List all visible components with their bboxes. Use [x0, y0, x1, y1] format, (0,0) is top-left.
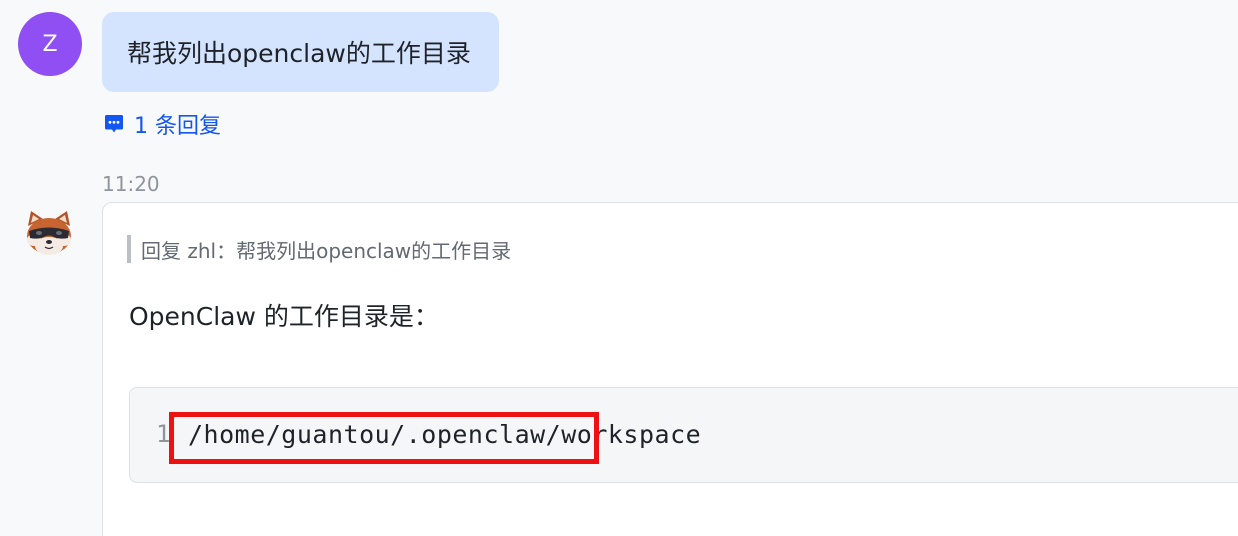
code-line-number: 1 [156, 420, 171, 448]
comment-icon [102, 112, 126, 136]
code-line-content: /home/guantou/.openclaw/workspace [188, 420, 702, 449]
quoted-reply[interactable]: 回复 zhl：帮我列出openclaw的工作目录 [127, 235, 511, 263]
user-message-text: 帮我列出openclaw的工作目录 [127, 39, 471, 68]
reply-count-label: 1 条回复 [134, 114, 221, 139]
bot-avatar[interactable] [22, 208, 76, 258]
user-avatar[interactable]: Z [18, 12, 82, 76]
bot-message-card: 回复 zhl：帮我列出openclaw的工作目录 OpenClaw 的工作目录是… [102, 202, 1238, 536]
thread-reply-link[interactable]: 1 条回复 [102, 110, 221, 139]
chat-view: Z 帮我列出openclaw的工作目录 1 条回复 11:20 回复 zhl：帮… [0, 0, 1238, 536]
quoted-reply-text: 回复 zhl：帮我列出openclaw的工作目录 [141, 238, 512, 263]
red-panda-icon [27, 211, 71, 255]
user-message-bubble[interactable]: 帮我列出openclaw的工作目录 [102, 12, 499, 92]
answer-text: OpenClaw 的工作目录是： [129, 302, 439, 331]
code-block[interactable]: 1 /home/guantou/.openclaw/workspace [129, 387, 1238, 483]
message-timestamp: 11:20 [102, 172, 160, 196]
user-avatar-initial: Z [42, 31, 58, 57]
